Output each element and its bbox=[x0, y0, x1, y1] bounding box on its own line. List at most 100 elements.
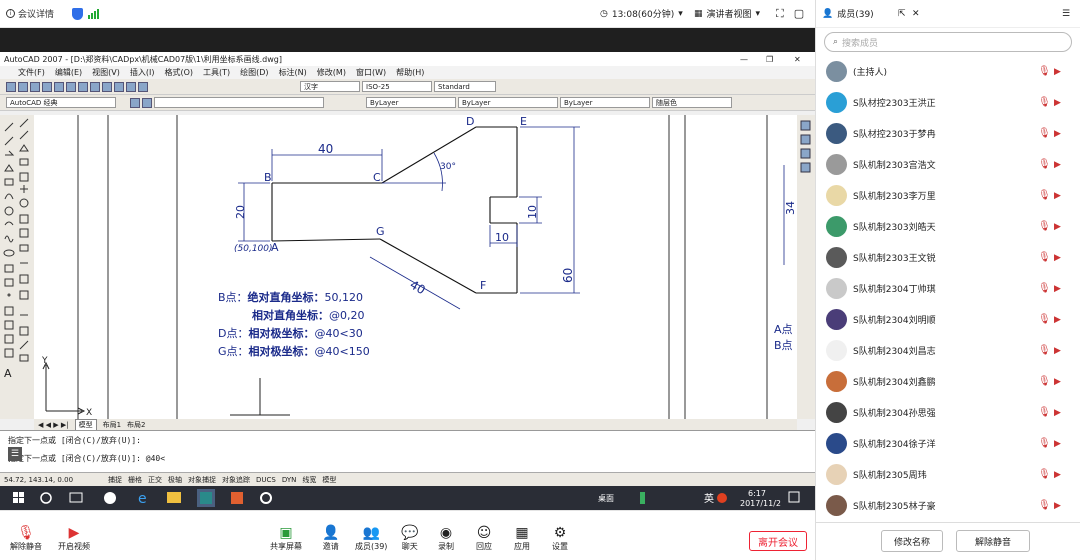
mic-muted-icon[interactable]: 🎙 bbox=[1038, 500, 1051, 511]
rename-button[interactable]: 修改名称 bbox=[881, 530, 943, 552]
menu-icon[interactable]: ☰ bbox=[8, 447, 22, 461]
mic-muted-icon[interactable]: 🎙 bbox=[1038, 128, 1051, 139]
save-icon[interactable] bbox=[30, 81, 40, 92]
reaction-button[interactable]: ☺ 回应 bbox=[476, 525, 492, 552]
tab-layout2[interactable]: 布局2 bbox=[127, 420, 145, 430]
properties-icon[interactable] bbox=[138, 81, 148, 92]
security-shield-icon[interactable] bbox=[72, 7, 84, 20]
invite-button[interactable]: 👤 邀请 bbox=[322, 525, 339, 552]
layer-select[interactable] bbox=[154, 97, 324, 108]
dim-style-select[interactable]: ISO-25 bbox=[362, 81, 432, 92]
camera-off-icon[interactable]: ▶ bbox=[1054, 129, 1061, 139]
meeting-details-link[interactable]: i 会议详情 bbox=[6, 7, 54, 20]
mic-muted-icon[interactable]: 🎙 bbox=[1038, 407, 1051, 418]
camera-off-icon[interactable]: ▶ bbox=[1054, 284, 1061, 294]
member-row[interactable]: S队机制2305周玮 🎙 ▶ bbox=[816, 459, 1080, 490]
mute-button[interactable]: 🎙 解除静音 bbox=[10, 525, 42, 552]
menu-window[interactable]: 窗口(W) bbox=[356, 67, 386, 78]
camera-off-icon[interactable]: ▶ bbox=[1054, 98, 1061, 108]
member-row[interactable]: (主持人) 🎙 ▶ bbox=[816, 56, 1080, 87]
settings-button[interactable]: ⚙ 设置 bbox=[552, 525, 568, 552]
model-toggle[interactable]: 模型 bbox=[322, 475, 336, 485]
leave-meeting-button[interactable]: 离开会议 bbox=[749, 531, 807, 551]
camera-off-icon[interactable]: ▶ bbox=[1054, 160, 1061, 170]
grid-toggle[interactable]: 栅格 bbox=[128, 475, 142, 485]
camera-off-icon[interactable]: ▶ bbox=[1054, 501, 1061, 511]
meeting-timer[interactable]: ◷ 13:08(60分钟) ▾ bbox=[600, 7, 683, 21]
menu-edit[interactable]: 编辑(E) bbox=[55, 67, 82, 78]
camera-off-icon[interactable]: ▶ bbox=[1054, 222, 1061, 232]
menu-insert[interactable]: 插入(I) bbox=[130, 67, 155, 78]
ortho-toggle[interactable]: 正交 bbox=[148, 475, 162, 485]
view-mode-selector[interactable]: ▦ 演讲者视图 ▾ bbox=[694, 7, 760, 21]
menu-file[interactable]: 文件(F) bbox=[18, 67, 45, 78]
lineweight-select[interactable]: ByLayer bbox=[560, 97, 650, 108]
tab-nav-arrows[interactable]: ◀ ◀ ▶ ▶| bbox=[38, 421, 69, 429]
camera-off-icon[interactable]: ▶ bbox=[1054, 253, 1061, 263]
camera-off-icon[interactable]: ▶ bbox=[1054, 67, 1061, 77]
maximize-icon[interactable]: ❐ bbox=[766, 55, 773, 64]
drawing-canvas[interactable]: B C D E G F A (50,100) 40 20 60 10 10 40… bbox=[34, 115, 797, 419]
mic-muted-icon[interactable]: 🎙 bbox=[1038, 469, 1051, 480]
member-row[interactable]: S队机制2305林子豪 🎙 ▶ bbox=[816, 490, 1080, 521]
layer-icon[interactable] bbox=[142, 97, 152, 108]
draw-tool-icons[interactable]: A bbox=[0, 115, 34, 419]
linetype-select[interactable]: ByLayer bbox=[458, 97, 558, 108]
cad-drawing[interactable]: B C D E G F A (50,100) 40 20 60 10 10 40… bbox=[34, 115, 797, 419]
dyn-toggle[interactable]: DYN bbox=[282, 476, 297, 484]
camera-off-icon[interactable]: ▶ bbox=[1054, 408, 1061, 418]
new-icon[interactable] bbox=[6, 81, 16, 92]
zoom-icon[interactable] bbox=[126, 81, 136, 92]
color-select[interactable]: ByLayer bbox=[366, 97, 456, 108]
polar-toggle[interactable]: 极轴 bbox=[168, 475, 182, 485]
mic-muted-icon[interactable]: 🎙 bbox=[1038, 159, 1051, 170]
member-row[interactable]: S队机制2304刘明顺 🎙 ▶ bbox=[816, 304, 1080, 335]
camera-off-icon[interactable]: ▶ bbox=[1054, 470, 1061, 480]
member-row[interactable]: S队机制2304刘昌志 🎙 ▶ bbox=[816, 335, 1080, 366]
member-row[interactable]: S队材控2303于梦冉 🎙 ▶ bbox=[816, 118, 1080, 149]
mic-muted-icon[interactable]: 🎙 bbox=[1038, 438, 1051, 449]
menu-icon[interactable]: ☰ bbox=[1062, 9, 1070, 19]
share-screen-button[interactable]: ▣ 共享屏幕 bbox=[270, 525, 302, 552]
camera-off-icon[interactable]: ▶ bbox=[1054, 439, 1061, 449]
properties-tool-icons[interactable] bbox=[797, 115, 815, 419]
snap-toggle[interactable]: 捕捉 bbox=[108, 475, 122, 485]
pan-icon[interactable] bbox=[114, 81, 124, 92]
member-row[interactable]: S队机制2303王文锐 🎙 ▶ bbox=[816, 242, 1080, 273]
apps-button[interactable]: ▦ 应用 bbox=[514, 525, 530, 552]
video-button[interactable]: ▶ 开启视频 bbox=[58, 525, 90, 552]
table-style-select[interactable]: Standard bbox=[434, 81, 496, 92]
ducs-toggle[interactable]: DUCS bbox=[256, 476, 276, 484]
workspace-select[interactable]: AutoCAD 经典 bbox=[6, 97, 116, 108]
mic-muted-icon[interactable]: 🎙 bbox=[1038, 314, 1051, 325]
mic-muted-icon[interactable]: 🎙 bbox=[1038, 252, 1051, 263]
osnap-toggle[interactable]: 对象捕捉 bbox=[188, 475, 216, 485]
open-icon[interactable] bbox=[18, 81, 28, 92]
mic-muted-icon[interactable]: 🎙 bbox=[1038, 97, 1051, 108]
menu-dimension[interactable]: 标注(N) bbox=[279, 67, 307, 78]
tab-layout1[interactable]: 布局1 bbox=[103, 420, 121, 430]
member-row[interactable]: S队机制2303宫浩文 🎙 ▶ bbox=[816, 149, 1080, 180]
close-icon[interactable]: ✕ bbox=[794, 55, 801, 64]
member-row[interactable]: S队机制2304徐子洋 🎙 ▶ bbox=[816, 428, 1080, 459]
command-line[interactable]: 指定下一点或 [闭合(C)/放弃(U)]: 指定下一点或 [闭合(C)/放弃(U… bbox=[0, 430, 815, 472]
copy-icon[interactable] bbox=[66, 81, 76, 92]
mic-muted-icon[interactable]: 🎙 bbox=[1038, 221, 1051, 232]
menu-draw[interactable]: 绘图(D) bbox=[240, 67, 268, 78]
mic-muted-icon[interactable]: 🎙 bbox=[1038, 66, 1051, 77]
chat-button[interactable]: 💬 聊天 bbox=[401, 525, 418, 552]
record-button[interactable]: ◉ 录制 bbox=[438, 525, 454, 552]
camera-off-icon[interactable]: ▶ bbox=[1054, 377, 1061, 387]
otrack-toggle[interactable]: 对象追踪 bbox=[222, 475, 250, 485]
camera-off-icon[interactable]: ▶ bbox=[1054, 191, 1061, 201]
taskbar-icons[interactable]: e 英 桌面 6:17 2017/11/2 bbox=[0, 486, 815, 510]
mic-muted-icon[interactable]: 🎙 bbox=[1038, 190, 1051, 201]
undo-icon[interactable] bbox=[90, 81, 100, 92]
popout-icon[interactable]: ⇱ bbox=[898, 9, 906, 19]
member-row[interactable]: S队机制2304刘鑫鹏 🎙 ▶ bbox=[816, 366, 1080, 397]
print-icon[interactable] bbox=[42, 81, 52, 92]
minimize-icon[interactable]: — bbox=[740, 55, 748, 64]
member-row[interactable]: S队材控2303王洪正 🎙 ▶ bbox=[816, 87, 1080, 118]
command-input-line[interactable]: 指定下一点或 [闭合(C)/放弃(U)]: @40< bbox=[8, 453, 165, 464]
taskbar-lang[interactable]: 英 bbox=[704, 492, 714, 505]
